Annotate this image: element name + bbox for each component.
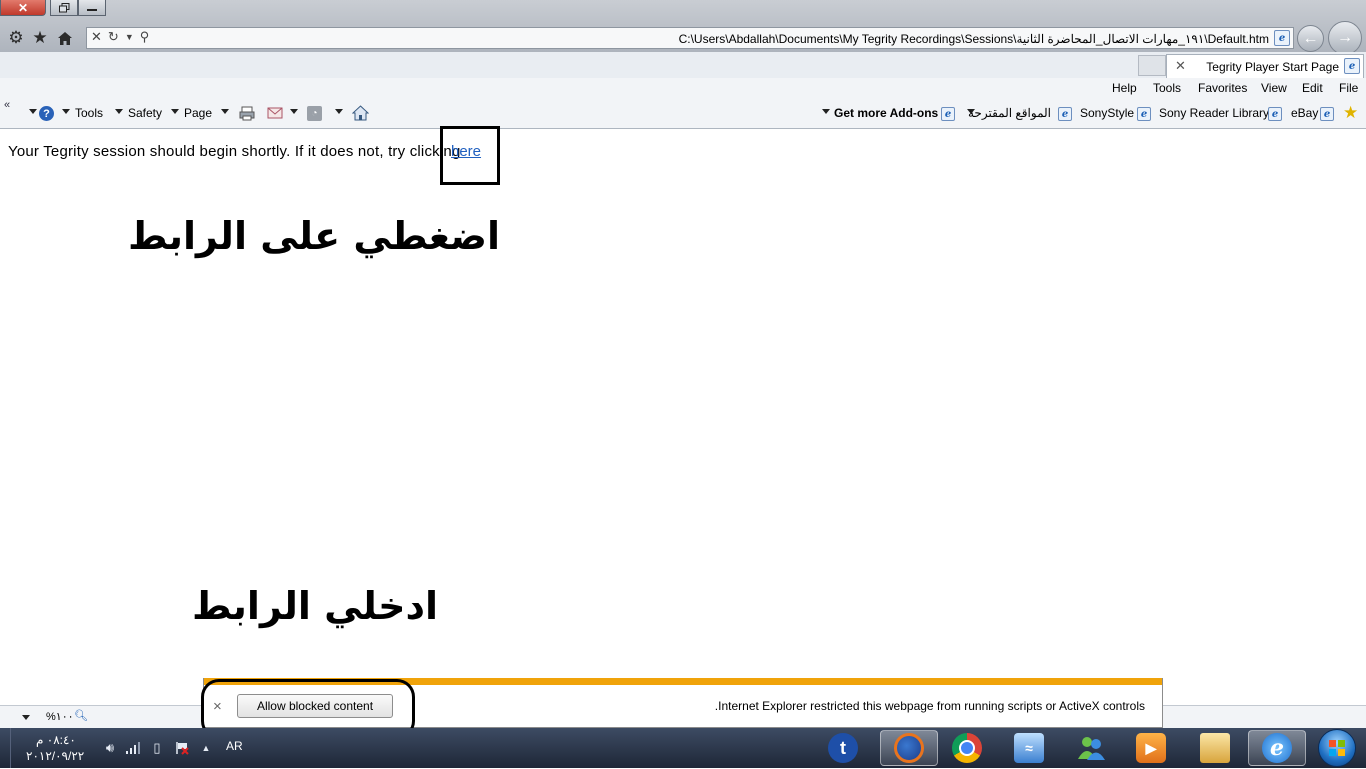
settings-gear-icon[interactable]: ⚙: [6, 28, 26, 48]
back-button[interactable]: ←: [1297, 25, 1324, 52]
windows-logo-icon: [1329, 740, 1345, 756]
taskbar-app-media-player[interactable]: ▶: [1122, 730, 1180, 766]
home-page-icon[interactable]: [351, 105, 370, 121]
window-close-button[interactable]: ✕: [0, 0, 46, 16]
clock-time[interactable]: ٠٨:٤٠ م: [36, 733, 76, 747]
page-button[interactable]: Page: [184, 106, 212, 120]
signal-icon[interactable]: [125, 740, 141, 756]
show-hidden-icons-icon[interactable]: ▲: [198, 740, 214, 756]
dropdown-caret-icon[interactable]: ▼: [125, 32, 134, 45]
favorite-sony-reader-library[interactable]: Sony Reader Library: [1159, 106, 1269, 120]
session-message: Your Tegrity session should begin shortl…: [8, 143, 461, 160]
menu-favorites[interactable]: Favorites: [1198, 81, 1247, 95]
mail-dropdown-caret-icon[interactable]: [290, 109, 298, 114]
internet-explorer-icon: e: [1262, 733, 1292, 763]
favorite-suggested-sites[interactable]: المواقع المقترحة: [968, 106, 1051, 120]
print-icon[interactable]: [239, 106, 255, 121]
taskbar-app-network[interactable]: ≈: [1000, 730, 1058, 766]
mail-icon[interactable]: [267, 107, 283, 120]
address-url[interactable]: C:\Users\Abdallah\Documents\My Tegrity R…: [679, 32, 1269, 46]
stop-icon[interactable]: ✕: [91, 29, 102, 45]
zoom-magnifier-icon[interactable]: 🔍︎: [74, 709, 88, 722]
menu-view[interactable]: View: [1261, 81, 1287, 95]
tab-row: ✕ Tegrity Player Start Page e: [0, 52, 1366, 79]
action-center-flag-icon[interactable]: [174, 740, 190, 756]
refresh-icon[interactable]: ↻: [108, 29, 119, 45]
favorite-ebay[interactable]: eBay: [1291, 106, 1318, 120]
zoom-dropdown-caret-icon[interactable]: [22, 715, 30, 720]
new-tab-button[interactable]: [1138, 55, 1166, 76]
start-button[interactable]: [1318, 729, 1356, 767]
favorites-star-icon[interactable]: ★: [30, 28, 50, 48]
forward-arrow-icon: →: [1337, 29, 1353, 46]
favorite-ie-icon: e: [1268, 107, 1282, 121]
add-to-favorites-star-icon[interactable]: ★: [1343, 104, 1361, 122]
feeds-icon[interactable]: ◔: [307, 106, 322, 121]
minimize-icon: [87, 8, 97, 11]
favorite-get-more-addons[interactable]: Get more Add-ons: [834, 106, 938, 120]
chrome-icon: [952, 733, 982, 763]
firefox-icon: [894, 733, 924, 763]
taskbar-app-internet-explorer[interactable]: e: [1248, 730, 1306, 766]
favorite-ie-icon: e: [941, 107, 955, 121]
show-desktop-button[interactable]: [0, 728, 11, 768]
close-icon: ✕: [17, 0, 29, 15]
taskbar-app-firefox[interactable]: [880, 730, 938, 766]
window-restore-button[interactable]: [50, 0, 78, 16]
taskbar-app-messenger[interactable]: [1062, 730, 1120, 766]
taskbar: ٠٨:٤٠ م ٢٠١٢/٠٩/٢٢ 🔊︎ ▯ ▲ AR t ≈ ▶ e: [0, 728, 1366, 768]
folder-icon: [1200, 733, 1230, 763]
address-bar[interactable]: ✕ ↻ ▼ ⚲ C:\Users\Abdallah\Documents\My T…: [86, 27, 1294, 49]
messenger-icon: [1076, 733, 1106, 763]
tab-active[interactable]: ✕ Tegrity Player Start Page e: [1166, 54, 1364, 78]
taskbar-app-tegrity[interactable]: t: [814, 730, 872, 766]
instruction-enter-link: ادخلي الرابط: [191, 584, 438, 628]
menu-help[interactable]: Help: [1112, 81, 1137, 95]
favorite-ie-icon: e: [1320, 107, 1334, 121]
favorite-sonystyle[interactable]: SonyStyle: [1080, 106, 1134, 120]
language-indicator[interactable]: AR: [226, 739, 243, 753]
tegrity-icon: t: [828, 733, 858, 763]
tools-button[interactable]: Tools: [75, 106, 103, 120]
menu-tools[interactable]: Tools: [1153, 81, 1181, 95]
command-bar: « ? Tools Safety Page ◔ Get more Add-ons…: [0, 99, 1366, 129]
favorite-ie-icon: e: [1058, 107, 1072, 121]
help-dropdown-caret-icon[interactable]: [29, 109, 37, 114]
restore-icon: [58, 2, 69, 12]
volume-icon[interactable]: 🔊︎: [102, 740, 118, 756]
network-icon: ≈: [1014, 733, 1044, 763]
menu-file[interactable]: File: [1339, 81, 1358, 95]
instruction-click-link: اضغطي على الرابط: [128, 214, 500, 258]
forward-button[interactable]: →: [1328, 21, 1362, 55]
addons-dropdown-caret-icon[interactable]: [822, 109, 830, 114]
tab-favicon-icon: e: [1344, 58, 1360, 74]
window-minimize-button[interactable]: [78, 0, 106, 16]
tab-title: Tegrity Player Start Page: [1206, 60, 1339, 74]
power-icon[interactable]: ▯: [149, 740, 165, 756]
tab-close-icon[interactable]: ✕: [1175, 58, 1186, 74]
safety-button[interactable]: Safety: [128, 106, 162, 120]
clock-date[interactable]: ٢٠١٢/٠٩/٢٢: [26, 749, 84, 763]
notification-message: Internet Explorer restricted this webpag…: [714, 699, 1145, 713]
tools-dropdown-caret-icon[interactable]: [62, 109, 70, 114]
taskbar-app-chrome[interactable]: [938, 730, 996, 766]
zoom-level[interactable]: ١٠٠%: [46, 710, 74, 723]
feeds-dropdown-caret-icon[interactable]: [335, 109, 343, 114]
help-icon[interactable]: ?: [39, 106, 54, 121]
page-dropdown-caret-icon[interactable]: [171, 109, 179, 114]
print-dropdown-caret-icon[interactable]: [221, 109, 229, 114]
page-favicon-icon: e: [1274, 30, 1290, 46]
here-link-highlight-box: [440, 126, 500, 185]
home-icon[interactable]: [55, 28, 75, 48]
media-player-icon: ▶: [1136, 733, 1166, 763]
title-bar: ✕ ⚙ ★ ✕ ↻ ▼ ⚲ C:\Users\Abdallah\Document…: [0, 0, 1366, 55]
taskbar-app-explorer[interactable]: [1186, 730, 1244, 766]
chevrons-icon[interactable]: «: [4, 99, 10, 111]
back-arrow-icon: ←: [1302, 29, 1319, 47]
menu-bar: File Edit View Favorites Tools Help: [0, 78, 1366, 100]
search-icon[interactable]: ⚲: [140, 29, 150, 45]
menu-edit[interactable]: Edit: [1302, 81, 1323, 95]
favorite-ie-icon: e: [1137, 107, 1151, 121]
safety-dropdown-caret-icon[interactable]: [115, 109, 123, 114]
